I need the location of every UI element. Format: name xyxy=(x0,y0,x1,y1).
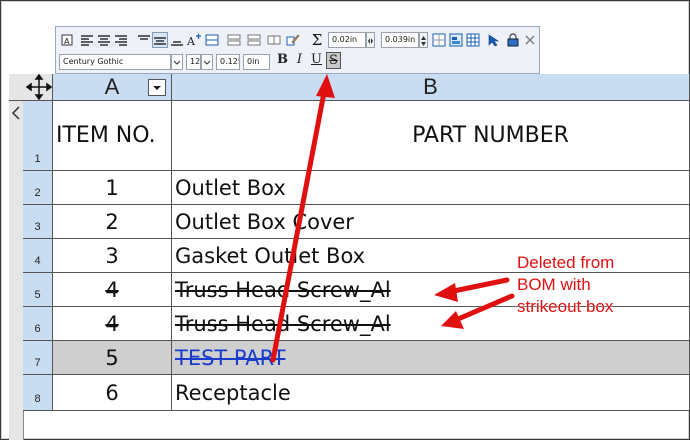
arrow-to-row-6 xyxy=(448,293,515,325)
arrow-to-strikeout-button xyxy=(270,79,329,363)
annotation-arrows xyxy=(270,74,515,363)
